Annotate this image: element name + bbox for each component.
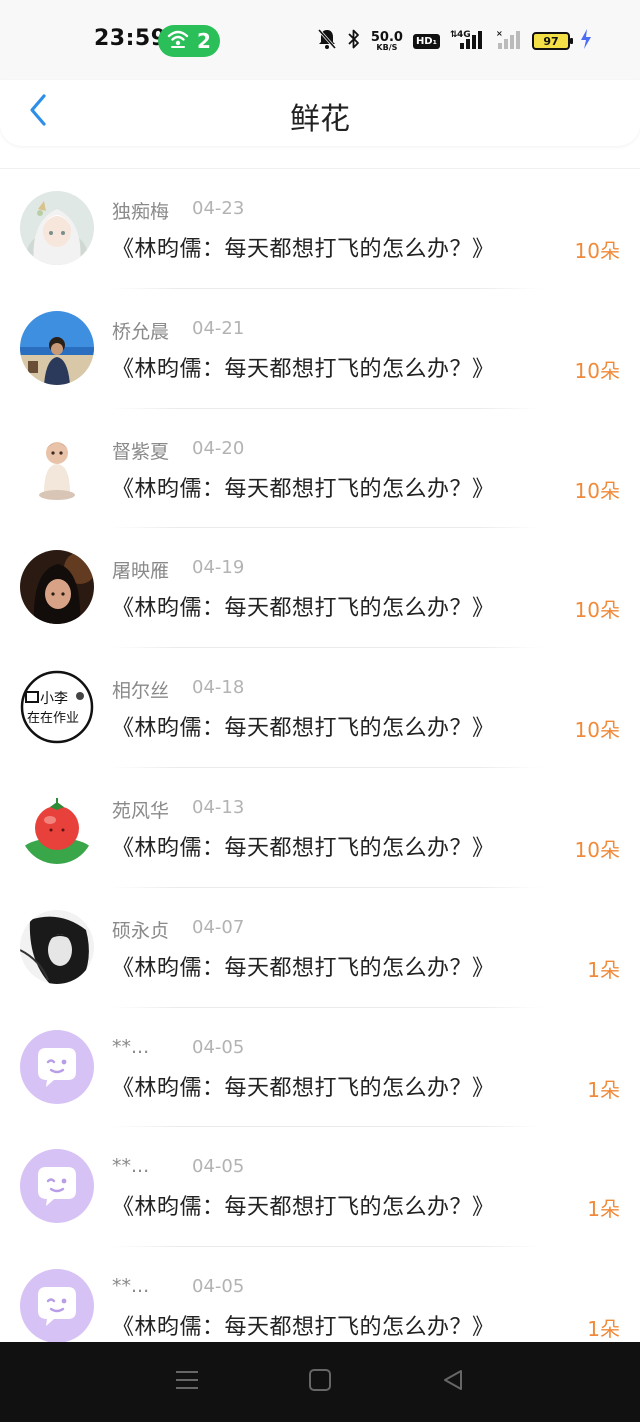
status-time: 23:59 [94, 26, 167, 51]
screen: 23:59 2 50.0 KB/S HD₁ ⇅ 4G × 97 鲜花 独痴梅 0… [0, 0, 640, 1422]
signal-sim2-icon: × [496, 28, 522, 54]
list-item[interactable]: 苑风华 04-13 《林昀儒：每天都想打飞的怎么办？》 10朵 [0, 768, 640, 888]
app-header: 鲜花 [0, 80, 640, 146]
gift-date: 04-05 [192, 1156, 245, 1178]
article-title: 《林昀儒：每天都想打飞的怎么办？》 [112, 1195, 495, 1221]
charging-bolt-icon [580, 28, 592, 54]
nav-back-button[interactable] [423, 1352, 483, 1412]
nav-home-button[interactable] [290, 1352, 350, 1412]
gift-date: 04-18 [192, 677, 245, 699]
avatar[interactable] [20, 550, 94, 625]
article-title: 《林昀儒：每天都想打飞的怎么办？》 [112, 237, 495, 262]
article-title: 《林昀儒：每天都想打飞的怎么办？》 [112, 1075, 495, 1101]
menu-icon [174, 1369, 200, 1395]
flower-count: 1朵 [587, 1317, 620, 1342]
list-item[interactable]: **... 04-05 《林昀儒：每天都想打飞的怎么办？》 1朵 [0, 1127, 640, 1247]
flower-count: 1朵 [587, 1077, 620, 1102]
flower-count: 1朵 [587, 1197, 620, 1222]
list-item[interactable]: 小李 在在作业 相尔丝 04-18 《林昀儒：每天都想打飞的怎么办？》 10朵 [0, 648, 640, 768]
avatar[interactable] [20, 1029, 94, 1104]
status-icons: 50.0 KB/S HD₁ ⇅ 4G × 97 [317, 24, 592, 58]
gift-date: 04-13 [192, 796, 245, 818]
list-item[interactable]: **... 04-05 《林昀儒：每天都想打飞的怎么办？》 1朵 [0, 1008, 640, 1128]
flower-count: 10朵 [574, 598, 620, 623]
avatar[interactable] [20, 1149, 94, 1224]
list-item[interactable]: 硕永贞 04-07 《林昀儒：每天都想打飞的怎么办？》 1朵 [0, 888, 640, 1008]
user-name: 桥允晨 [112, 320, 170, 343]
flower-count: 10朵 [574, 718, 620, 743]
page-title: 鲜花 [290, 102, 350, 137]
article-title: 《林昀儒：每天都想打飞的怎么办？》 [112, 596, 495, 622]
mute-bell-icon [317, 28, 337, 54]
gift-date: 04-05 [192, 1276, 245, 1298]
avatar[interactable] [20, 310, 94, 385]
home-square-icon [308, 1368, 332, 1396]
network-type-label: 4G [457, 30, 471, 40]
flower-count: 10朵 [574, 837, 620, 862]
flower-count: 10朵 [574, 239, 620, 263]
list-item[interactable]: 督紫夏 04-20 《林昀儒：每天都想打飞的怎么办？》 10朵 [0, 409, 640, 529]
hd-voice-badge: HD₁ [412, 33, 440, 49]
article-title: 《林昀儒：每天都想打飞的怎么办？》 [112, 476, 495, 502]
battery-level: 97 [543, 34, 559, 48]
user-name: 屠映雁 [112, 560, 170, 583]
user-name: **... [112, 1275, 150, 1298]
user-name: 硕永贞 [112, 919, 170, 942]
system-nav-bar [0, 1342, 640, 1422]
status-bar: 23:59 2 50.0 KB/S HD₁ ⇅ 4G × 97 [0, 0, 640, 80]
network-speed-unit: KB/S [376, 42, 398, 52]
avatar[interactable] [20, 789, 94, 864]
list-item[interactable]: 桥允晨 04-21 《林昀儒：每天都想打飞的怎么办？》 10朵 [0, 289, 640, 409]
network-speed-value: 50.0 [370, 29, 403, 45]
hotspot-icon [167, 29, 189, 53]
article-title: 《林昀儒：每天都想打飞的怎么办？》 [112, 835, 495, 861]
user-name: 独痴梅 [112, 201, 170, 223]
avatar[interactable] [20, 430, 94, 505]
article-title: 《林昀儒：每天都想打飞的怎么办？》 [112, 955, 495, 981]
avatar[interactable] [20, 909, 94, 984]
avatar[interactable]: 小李 在在作业 [20, 670, 94, 745]
avatar[interactable] [20, 191, 94, 265]
user-name: **... [112, 1155, 150, 1178]
avatar[interactable] [20, 1269, 94, 1344]
list-item[interactable]: 屠映雁 04-19 《林昀儒：每天都想打飞的怎么办？》 10朵 [0, 528, 640, 648]
list-item[interactable]: 独痴梅 04-23 《林昀儒：每天都想打飞的怎么办？》 10朵 [0, 169, 640, 289]
article-title: 《林昀儒：每天都想打飞的怎么办？》 [112, 1315, 495, 1341]
bluetooth-icon [347, 28, 361, 54]
avatar-logo-text-top: 小李 [40, 691, 68, 707]
user-name: 苑风华 [112, 799, 170, 822]
gift-date: 04-21 [192, 317, 245, 339]
avatar-logo-text-bottom: 在在作业 [27, 711, 79, 726]
gift-date: 04-07 [192, 916, 245, 938]
flower-gift-list: 独痴梅 04-23 《林昀儒：每天都想打飞的怎么办？》 10朵 桥允晨 04-2… [0, 168, 640, 1367]
article-title: 《林昀儒：每天都想打飞的怎么办？》 [112, 716, 495, 742]
gift-date: 04-19 [192, 557, 245, 579]
nav-menu-button[interactable] [157, 1352, 217, 1412]
network-speed: 50.0 KB/S [371, 31, 403, 52]
user-name: 督紫夏 [112, 440, 170, 463]
signal-4g-icon: ⇅ 4G [450, 28, 486, 54]
flower-count: 10朵 [574, 478, 620, 503]
battery-icon: 97 [532, 32, 573, 50]
user-name: 相尔丝 [112, 680, 170, 703]
svg-text:×: × [496, 29, 503, 38]
hotspot-indicator[interactable]: 2 [158, 25, 220, 57]
gift-date: 04-23 [192, 198, 245, 219]
triangle-back-icon [441, 1368, 465, 1396]
flower-count: 10朵 [574, 358, 620, 383]
gift-date: 04-20 [192, 437, 245, 459]
flower-count: 1朵 [587, 957, 620, 982]
gift-date: 04-05 [192, 1036, 245, 1058]
hotspot-count: 2 [197, 29, 211, 53]
user-name: **... [112, 1035, 150, 1058]
article-title: 《林昀儒：每天都想打飞的怎么办？》 [112, 356, 495, 382]
